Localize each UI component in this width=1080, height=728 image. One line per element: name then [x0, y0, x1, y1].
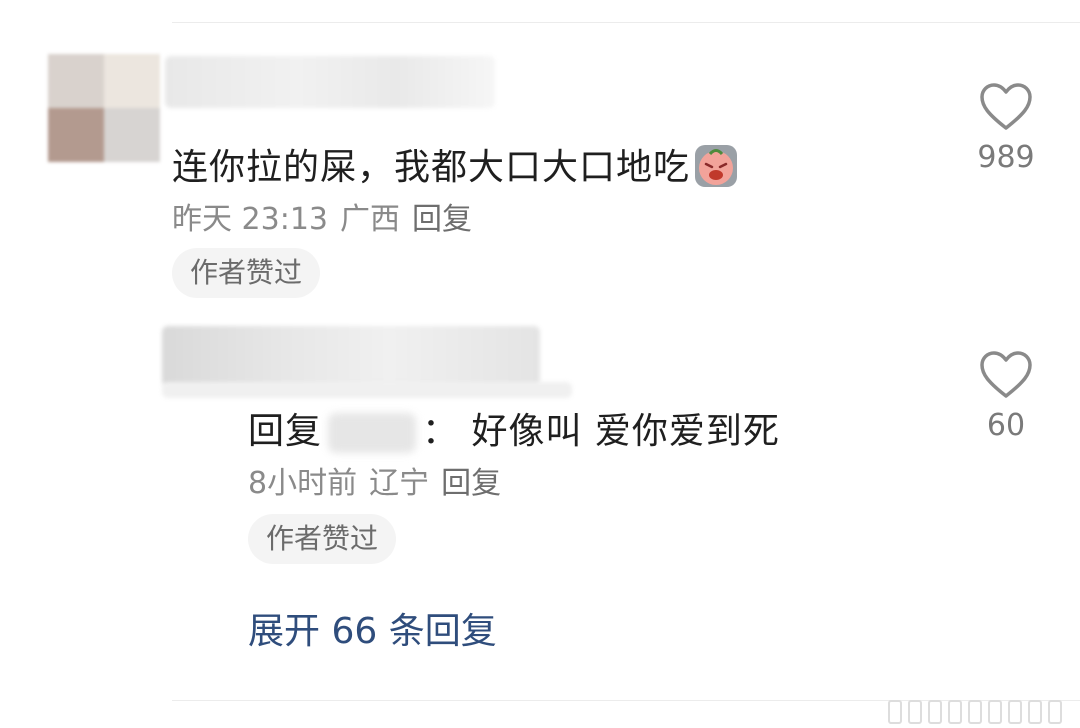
reply-meta: 8小时前 辽宁 回复 — [248, 458, 513, 502]
reply-text-content: ： 好像叫 爱你爱到死 — [422, 411, 780, 452]
like-count: 989 — [977, 140, 1035, 175]
comment-location: 广西 — [340, 202, 400, 237]
watermark-icon — [888, 700, 1074, 726]
expand-replies-link[interactable]: 展开 66 条回复 — [248, 602, 497, 654]
comment-text-content: 连你拉的屎，我都大口大口地吃 — [172, 147, 691, 188]
reply-reply-button[interactable]: 回复 — [441, 466, 501, 501]
comment-meta: 昨天 23:13 广西 回复 — [172, 194, 484, 238]
reply-author-liked-badge: 作者赞过 — [248, 514, 397, 564]
reply-prefix: 回复 — [248, 411, 323, 452]
heart-icon — [980, 83, 1032, 130]
heart-icon — [980, 351, 1032, 398]
avatar[interactable] — [48, 54, 160, 162]
reply-comment-text: 回复 ： 好像叫 爱你爱到死 — [248, 402, 780, 454]
comment-time: 昨天 23:13 — [172, 202, 328, 237]
reply-username-blurred-strip — [162, 382, 572, 398]
top-divider — [172, 22, 1080, 23]
reply-username-blurred[interactable] — [162, 326, 540, 386]
reply-like-count: 60 — [986, 408, 1026, 443]
reply-button[interactable]: 回复 — [412, 202, 472, 237]
author-liked-badge: 作者赞过 — [172, 248, 321, 298]
reply-like-button[interactable]: 60 — [966, 350, 1046, 443]
like-button[interactable]: 989 — [966, 82, 1046, 175]
reply-location: 辽宁 — [369, 466, 430, 501]
crying-face-emoji-icon — [695, 145, 738, 187]
username-blurred[interactable] — [165, 56, 495, 108]
reply-to-name-blurred[interactable] — [328, 413, 417, 453]
reply-time: 8小时前 — [248, 466, 358, 501]
comment-text: 连你拉的屎，我都大口大口地吃 — [172, 138, 738, 191]
